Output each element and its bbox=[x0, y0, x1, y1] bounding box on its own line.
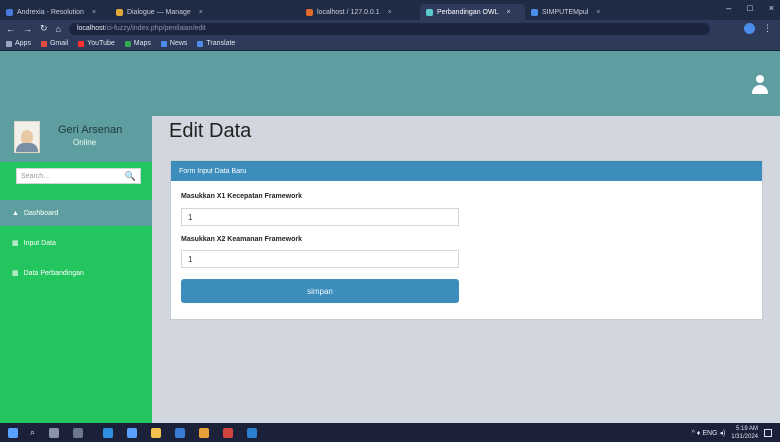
tray-icons[interactable]: ^ ♦ ENG ◂) bbox=[692, 429, 726, 437]
tab-favicon-icon bbox=[116, 8, 123, 16]
home-icon[interactable]: ⌂ bbox=[56, 24, 61, 34]
avatar bbox=[14, 121, 40, 153]
edge-icon[interactable] bbox=[103, 427, 114, 438]
profile-name: Geri Arsenan bbox=[58, 124, 123, 136]
bookmark-maps[interactable]: Maps bbox=[124, 40, 151, 47]
browser-tab[interactable]: localhost / 127.0.0.1 × bbox=[300, 4, 420, 20]
browser-menu-icon[interactable]: ⋮ bbox=[763, 23, 772, 34]
tab-close-icon[interactable]: × bbox=[388, 9, 392, 16]
maximize-icon[interactable]: □ bbox=[747, 3, 752, 13]
edit-form-card: Form Input Data Baru Masukkan X1 Kecepat… bbox=[170, 160, 763, 320]
bookmark-news[interactable]: News bbox=[160, 40, 187, 47]
tab-favicon-icon bbox=[426, 8, 433, 16]
app-header bbox=[0, 51, 780, 116]
x2-input[interactable]: 1 bbox=[181, 250, 459, 268]
maps-icon bbox=[124, 40, 131, 47]
sidebar-profile: Geri Arsenan Online bbox=[0, 116, 152, 162]
browser-tab-active[interactable]: Perbandingan OWL × bbox=[420, 4, 525, 20]
tab-close-icon[interactable]: × bbox=[92, 9, 96, 16]
gmail-icon bbox=[40, 40, 47, 47]
translate-icon bbox=[197, 40, 204, 47]
search-placeholder: Search... bbox=[21, 172, 50, 180]
x1-input[interactable]: 1 bbox=[181, 208, 459, 226]
browser-tab-strip: Andrexia - Resolution × Dialogue — Manage… bbox=[0, 0, 780, 20]
main-content: Edit Data Form Input Data Baru Masukkan … bbox=[152, 116, 780, 423]
tab-favicon-icon bbox=[531, 8, 538, 16]
table-icon: ▦ bbox=[12, 270, 19, 277]
clock-date: 1/31/2024 bbox=[731, 434, 758, 440]
sidebar-item-label: Input Data bbox=[23, 239, 56, 247]
toolbar-right: ⋮ bbox=[744, 23, 772, 34]
minimize-icon[interactable]: – bbox=[726, 3, 731, 13]
taskbar-search-icon[interactable]: ⌕ bbox=[30, 427, 35, 438]
tab-close-icon[interactable]: × bbox=[596, 9, 600, 16]
sidebar-item-label: Dashboard bbox=[23, 209, 59, 217]
browser-toolbar: ← → ↻ ⌂ localhost/ci-fuzzy/index.php/pen… bbox=[0, 20, 780, 37]
close-window-icon[interactable]: × bbox=[769, 3, 774, 13]
app-icon[interactable] bbox=[223, 427, 234, 438]
store-icon[interactable] bbox=[127, 427, 138, 438]
tab-close-icon[interactable]: × bbox=[506, 9, 510, 16]
sidebar: Geri Arsenan Online Search... 🔍 ▲ Dashbo… bbox=[0, 116, 152, 423]
explorer-icon[interactable] bbox=[151, 427, 162, 438]
widgets-icon[interactable] bbox=[73, 427, 84, 438]
simpan-button[interactable]: simpan bbox=[181, 279, 459, 303]
search-icon[interactable]: 🔍 bbox=[125, 171, 136, 182]
browser-tab[interactable]: Andrexia - Resolution × bbox=[0, 4, 110, 20]
forward-icon[interactable]: → bbox=[23, 24, 32, 34]
bookmark-translate[interactable]: Translate bbox=[197, 40, 235, 47]
address-bar[interactable]: localhost/ci-fuzzy/index.php/penilaian/e… bbox=[68, 22, 710, 35]
bookmark-youtube[interactable]: YouTube bbox=[78, 40, 115, 47]
browser-tab[interactable]: Dialogue — Manage × bbox=[110, 4, 240, 20]
profile-status: Online bbox=[73, 138, 97, 147]
tab-favicon-icon bbox=[306, 8, 313, 16]
browser-profile-icon[interactable] bbox=[744, 23, 755, 34]
dashboard-icon: ▲ bbox=[12, 209, 19, 217]
user-icon[interactable] bbox=[752, 75, 768, 95]
tab-favicon-icon bbox=[6, 8, 13, 16]
card-header: Form Input Data Baru bbox=[171, 161, 762, 181]
clock[interactable]: 5:19 AM 1/31/2024 bbox=[731, 425, 758, 441]
sidebar-item-dashboard[interactable]: ▲ Dashboard bbox=[0, 200, 152, 226]
news-icon bbox=[160, 40, 167, 47]
notification-icon[interactable] bbox=[764, 429, 772, 437]
bookmark-apps[interactable]: Apps bbox=[6, 40, 31, 47]
tab-close-icon[interactable]: × bbox=[199, 9, 203, 16]
windows-start-icon[interactable] bbox=[8, 427, 18, 438]
url-host: localhost bbox=[76, 25, 105, 32]
chrome-icon[interactable] bbox=[199, 427, 210, 438]
bookmarks-bar: Apps Gmail YouTube Maps News Translate bbox=[0, 37, 780, 51]
youtube-icon bbox=[78, 40, 85, 47]
clock-time: 5:19 AM bbox=[735, 426, 758, 432]
vscode-icon[interactable] bbox=[247, 427, 258, 438]
window-controls: – □ × bbox=[726, 3, 774, 13]
sidebar-item-input-data[interactable]: ▦ Input Data bbox=[0, 230, 152, 256]
sidebar-item-data-perbandingan[interactable]: ▦ Data Perbandingan bbox=[0, 260, 152, 286]
table-icon: ▦ bbox=[12, 240, 19, 247]
bookmark-gmail[interactable]: Gmail bbox=[40, 40, 68, 47]
sidebar-search-input[interactable]: Search... 🔍 bbox=[16, 168, 141, 184]
os-taskbar: ⌕ ^ ♦ ENG ◂) 5:19 AM 1/31/2024 bbox=[0, 423, 780, 442]
x1-field-label: Masukkan X1 Kecepatan Framework bbox=[181, 193, 302, 200]
x2-field-label: Masukkan X2 Keamanan Framework bbox=[181, 236, 302, 243]
apps-icon bbox=[6, 40, 12, 47]
system-tray: ^ ♦ ENG ◂) 5:19 AM 1/31/2024 bbox=[692, 425, 772, 441]
browser-tab[interactable]: SIMPUTEMpul × bbox=[525, 4, 620, 20]
page-title: Edit Data bbox=[169, 120, 252, 142]
back-icon[interactable]: ← bbox=[6, 24, 15, 34]
task-view-icon[interactable] bbox=[49, 427, 60, 438]
url-path: /ci-fuzzy/index.php/penilaian/edit bbox=[104, 25, 206, 32]
mail-icon[interactable] bbox=[175, 427, 186, 438]
reload-icon[interactable]: ↻ bbox=[40, 23, 48, 34]
sidebar-item-label: Data Perbandingan bbox=[23, 269, 84, 277]
